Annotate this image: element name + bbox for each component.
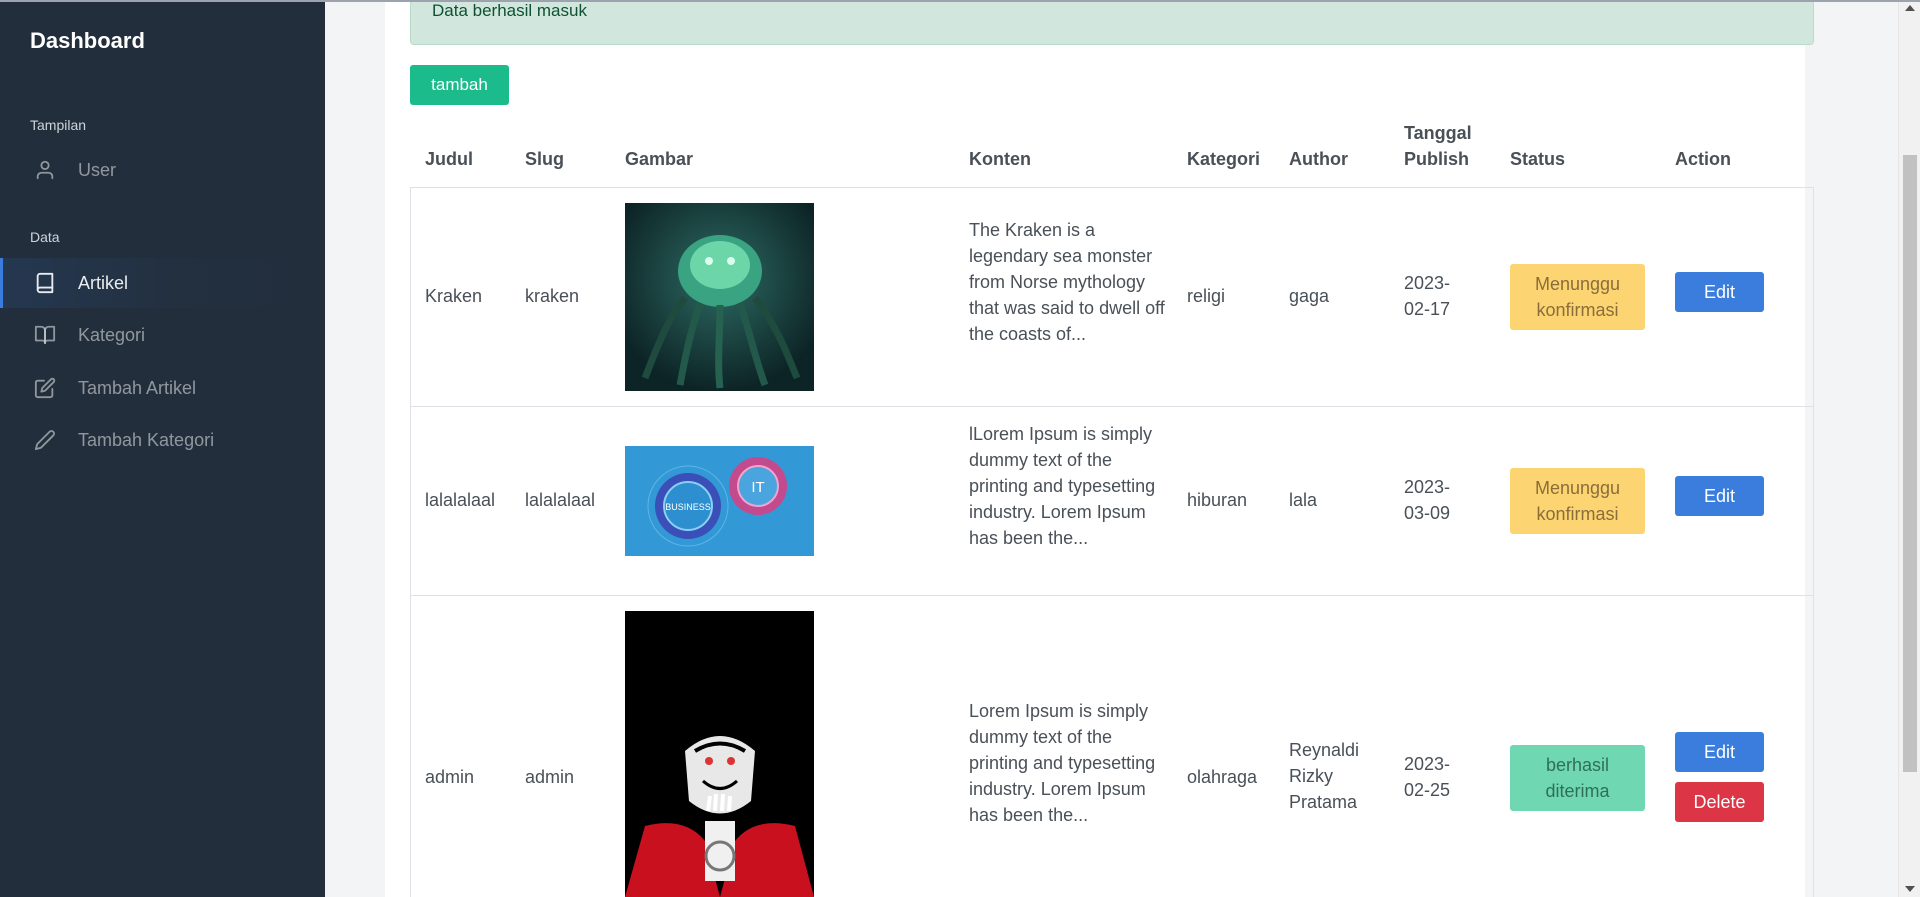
main-content: Data berhasil masuk tambah Judul Slug Ga… xyxy=(385,0,1814,897)
success-alert: Data berhasil masuk xyxy=(410,0,1814,45)
cell-author: Reynaldi Rizky Pratama xyxy=(1289,740,1360,812)
sidebar-item-label: Tambah Artikel xyxy=(78,377,197,398)
book-icon xyxy=(34,272,56,294)
sidebar-item-label: User xyxy=(78,159,117,180)
window-top-border xyxy=(0,0,1920,2)
cell-kategori: olahraga xyxy=(1187,767,1258,787)
sidebar-item-label: Tambah Kategori xyxy=(78,429,215,450)
sidebar-brand[interactable]: Dashboard xyxy=(30,28,145,54)
alert-text: Data berhasil masuk xyxy=(432,1,587,20)
edit-button[interactable]: Edit xyxy=(1675,732,1764,772)
column-header-slug: Slug xyxy=(525,149,564,169)
edit-button[interactable]: Edit xyxy=(1675,476,1764,516)
status-badge: Menunggu konfirmasi xyxy=(1510,468,1645,534)
cell-tanggal: 2023-02-17 xyxy=(1404,273,1451,319)
cell-konten: The Kraken is a legendary sea monster fr… xyxy=(969,220,1165,344)
sidebar-item-user[interactable]: User xyxy=(0,145,325,195)
sidebar-item-label: Kategori xyxy=(78,324,146,345)
cell-slug: kraken xyxy=(525,286,580,306)
edit-icon xyxy=(34,377,56,399)
sidebar-item-tambah-artikel[interactable]: Tambah Artikel xyxy=(0,363,325,413)
column-header-author: Author xyxy=(1289,149,1348,169)
cell-judul: lalalalaal xyxy=(425,490,496,510)
delete-button[interactable]: Delete xyxy=(1675,782,1764,822)
cell-konten: lLorem Ipsum is simply dummy text of the… xyxy=(969,424,1156,548)
cell-author: lala xyxy=(1289,490,1318,510)
image-text-it: IT xyxy=(751,479,764,496)
cell-tanggal: 2023-03-09 xyxy=(1404,477,1451,523)
row-divider xyxy=(410,595,1814,596)
scrollbar-thumb[interactable] xyxy=(1903,155,1917,772)
cell-konten: Lorem Ipsum is simply dummy text of the … xyxy=(969,701,1156,825)
image-text-business: BUSINESS xyxy=(665,502,711,512)
column-header-judul: Judul xyxy=(425,149,473,169)
row-divider xyxy=(410,406,1814,407)
column-header-kategori: Kategori xyxy=(1187,149,1261,169)
column-header-tanggal-publish: Tanggal Publish xyxy=(1404,123,1472,169)
sidebar-header-tampilan: Tampilan xyxy=(30,117,87,133)
add-article-button[interactable]: tambah xyxy=(410,65,509,105)
status-badge: Menunggu konfirmasi xyxy=(1510,264,1645,330)
cell-judul: Kraken xyxy=(425,286,483,306)
cell-kategori: religi xyxy=(1187,286,1226,306)
sidebar-header-data: Data xyxy=(30,229,60,245)
business-it-gears-image: BUSINESS IT xyxy=(625,446,814,556)
column-header-action: Action xyxy=(1675,149,1731,169)
scroll-up-arrow-icon[interactable] xyxy=(1905,5,1915,11)
sidebar-item-kategori[interactable]: Kategori xyxy=(0,310,325,360)
sidebar-item-label: Artikel xyxy=(78,272,129,293)
cell-judul: admin xyxy=(425,767,475,787)
column-header-konten: Konten xyxy=(969,149,1031,169)
book-open-icon xyxy=(34,324,56,346)
sidebar-item-tambah-kategori[interactable]: Tambah Kategori xyxy=(0,415,325,465)
scroll-down-arrow-icon[interactable] xyxy=(1905,886,1915,892)
pencil-icon xyxy=(34,429,56,451)
cell-slug: lalalalaal xyxy=(525,490,596,510)
cell-kategori: hiburan xyxy=(1187,490,1248,510)
kraken-image xyxy=(625,203,814,391)
sidebar-item-artikel[interactable]: Artikel xyxy=(0,258,325,308)
edit-button[interactable]: Edit xyxy=(1675,272,1764,312)
cell-tanggal: 2023-02-25 xyxy=(1404,754,1451,800)
cell-author: gaga xyxy=(1289,286,1330,306)
vampire-character-image xyxy=(625,611,814,897)
column-header-status: Status xyxy=(1510,149,1566,169)
user-icon xyxy=(34,159,56,181)
status-badge: berhasil diterima xyxy=(1510,745,1645,811)
column-header-gambar: Gambar xyxy=(625,149,694,169)
cell-slug: admin xyxy=(525,767,575,787)
sidebar: Dashboard Tampilan User Data Artikel Kat… xyxy=(0,0,325,897)
page-scrollbar[interactable] xyxy=(1898,0,1920,897)
